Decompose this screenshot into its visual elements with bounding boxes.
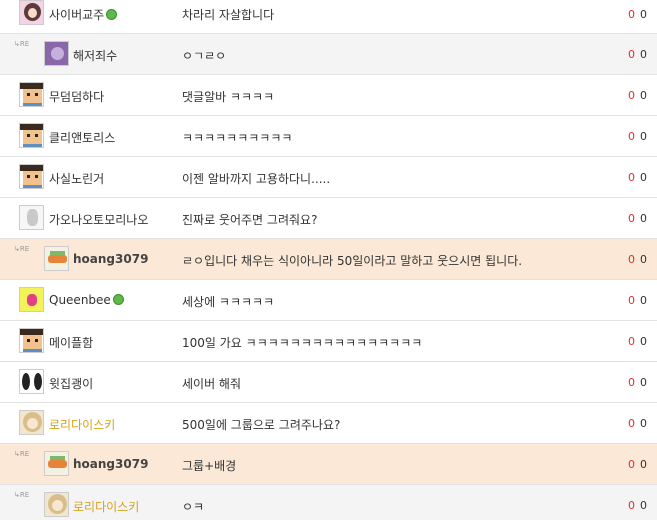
recommend-count: 0: [628, 253, 635, 266]
reply-arrow-icon: ↳RE: [14, 40, 30, 48]
avatar[interactable]: [19, 0, 44, 25]
comment-text: 세상에 ㅋㅋㅋㅋㅋ: [182, 295, 275, 309]
comment-row-reply: ↳RE hoang3079 ㄹㅇ입니다 채우는 식이아니라 50일이라고 말하고…: [0, 239, 657, 280]
comment-row: 클리앤토리스 ㅋㅋㅋㅋㅋㅋㅋㅋㅋㅋ 0 0: [0, 116, 657, 157]
recommend-count: 0: [628, 212, 635, 225]
recommend-count: 0: [628, 417, 635, 430]
comment-text: 500일에 그룹으로 그려주나요?: [182, 418, 341, 432]
avatar[interactable]: [44, 246, 69, 271]
avatar[interactable]: [44, 492, 69, 517]
reply-arrow-icon: ↳RE: [14, 491, 30, 499]
comment-row-reply: ↳RE 해저죄수 ㅇㄱㄹㅇ 0 0: [0, 34, 657, 75]
comment-text: 차라리 자살합니다: [182, 8, 275, 22]
nickname[interactable]: 가오나오토모리나오: [49, 211, 148, 228]
comment-text: 세이버 해줘: [182, 377, 242, 391]
recommend-count: 0: [628, 458, 635, 471]
nickname[interactable]: 해저죄수: [73, 47, 117, 64]
comment-row: 사실노린거 이젠 알바까지 고용하다니..... 0 0: [0, 157, 657, 198]
avatar[interactable]: [19, 205, 44, 230]
view-count: 0: [640, 253, 647, 266]
online-status-icon: [106, 9, 118, 20]
comment-row: 메이플함 100일 가요 ㅋㅋㅋㅋㅋㅋㅋㅋㅋㅋㅋㅋㅋㅋㅋㅋ 0 0: [0, 321, 657, 362]
online-status-icon: [112, 294, 124, 305]
view-count: 0: [640, 417, 647, 430]
comment-row-reply: ↳RE hoang3079 그룹+배경 0 0: [0, 444, 657, 485]
comment-text: ㅋㅋㅋㅋㅋㅋㅋㅋㅋㅋ: [182, 131, 293, 145]
recommend-count: 0: [628, 130, 635, 143]
nickname[interactable]: hoang3079: [73, 457, 148, 471]
reply-arrow-icon: ↳RE: [14, 245, 30, 253]
view-count: 0: [640, 335, 647, 348]
avatar[interactable]: [19, 164, 44, 189]
comment-row: 사이버교주 차라리 자살합니다 0 0: [0, 0, 657, 34]
view-count: 0: [640, 376, 647, 389]
recommend-count: 0: [628, 8, 635, 21]
recommend-count: 0: [628, 294, 635, 307]
recommend-count: 0: [628, 89, 635, 102]
nickname[interactable]: 로리다이스키: [73, 498, 139, 515]
view-count: 0: [640, 458, 647, 471]
nickname[interactable]: Queenbee: [49, 293, 124, 307]
recommend-count: 0: [628, 499, 635, 512]
avatar[interactable]: [44, 451, 69, 476]
avatar[interactable]: [19, 328, 44, 353]
view-count: 0: [640, 212, 647, 225]
view-count: 0: [640, 130, 647, 143]
comment-row-reply: ↳RE 로리다이스키 ㅇㅋ 0 0: [0, 485, 657, 520]
view-count: 0: [640, 294, 647, 307]
comment-row: 윗집괭이 세이버 해줘 0 0: [0, 362, 657, 403]
recommend-count: 0: [628, 171, 635, 184]
comment-row: 무덤덤하다 댓글알바 ㅋㅋㅋㅋ 0 0: [0, 75, 657, 116]
comment-list: 사이버교주 차라리 자살합니다 0 0 ↳RE 해저죄수 ㅇㄱㄹㅇ 0 0 무덤…: [0, 0, 657, 520]
comment-text: ㅇㄱㄹㅇ: [182, 49, 227, 63]
view-count: 0: [640, 8, 647, 21]
avatar[interactable]: [19, 369, 44, 394]
comment-text: 이젠 알바까지 고용하다니.....: [182, 172, 331, 186]
avatar[interactable]: [19, 410, 44, 435]
view-count: 0: [640, 171, 647, 184]
avatar[interactable]: [19, 287, 44, 312]
comment-text: 100일 가요 ㅋㅋㅋㅋㅋㅋㅋㅋㅋㅋㅋㅋㅋㅋㅋㅋ: [182, 336, 423, 350]
reply-arrow-icon: ↳RE: [14, 450, 30, 458]
recommend-count: 0: [628, 376, 635, 389]
avatar[interactable]: [19, 82, 44, 107]
nickname[interactable]: 메이플함: [49, 334, 93, 351]
view-count: 0: [640, 48, 647, 61]
nickname[interactable]: 로리다이스키: [49, 416, 115, 433]
nickname[interactable]: hoang3079: [73, 252, 148, 266]
nickname[interactable]: 사이버교주: [49, 6, 118, 23]
avatar[interactable]: [19, 123, 44, 148]
recommend-count: 0: [628, 48, 635, 61]
comment-text: 댓글알바 ㅋㅋㅋㅋ: [182, 90, 275, 104]
comment-row: Queenbee 세상에 ㅋㅋㅋㅋㅋ 0 0: [0, 280, 657, 321]
comment-text: ㄹㅇ입니다 채우는 식이아니라 50일이라고 말하고 웃으시면 됩니다.: [182, 254, 523, 268]
comment-text: 진짜로 웃어주면 그려줘요?: [182, 213, 318, 227]
view-count: 0: [640, 499, 647, 512]
view-count: 0: [640, 89, 647, 102]
comment-text: ㅇㅋ: [182, 500, 205, 514]
recommend-count: 0: [628, 335, 635, 348]
nickname[interactable]: 사실노린거: [49, 170, 104, 187]
nickname[interactable]: 윗집괭이: [49, 375, 93, 392]
comment-row: 로리다이스키 500일에 그룹으로 그려주나요? 0 0: [0, 403, 657, 444]
comment-row: 가오나오토모리나오 진짜로 웃어주면 그려줘요? 0 0: [0, 198, 657, 239]
avatar[interactable]: [44, 41, 69, 66]
nickname[interactable]: 무덤덤하다: [49, 88, 104, 105]
nickname[interactable]: 클리앤토리스: [49, 129, 115, 146]
comment-text: 그룹+배경: [182, 459, 237, 473]
